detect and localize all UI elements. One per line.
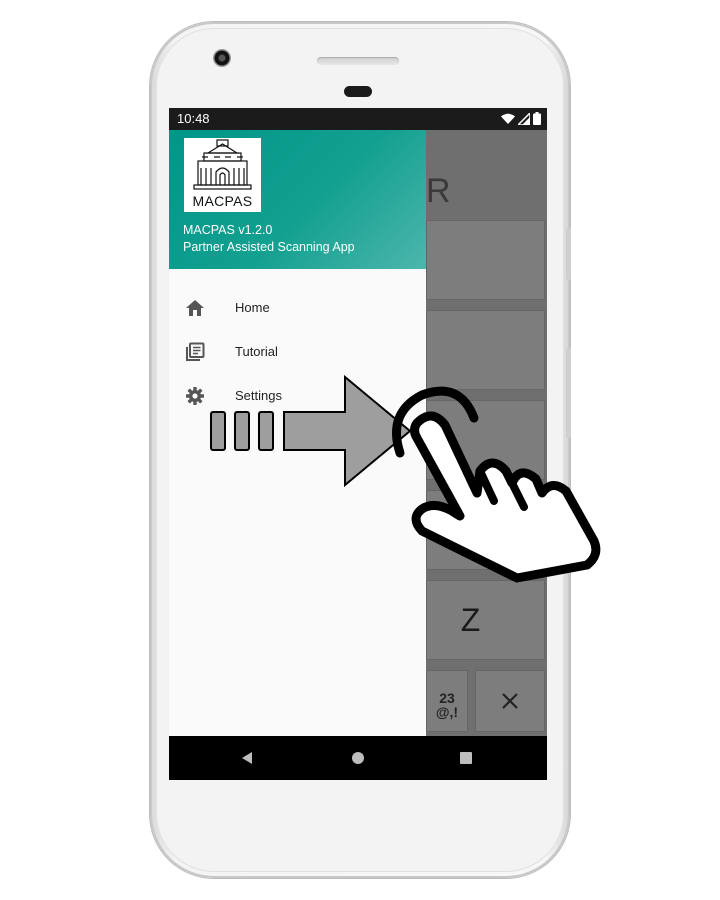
app-subtitle: Partner Assisted Scanning App (183, 240, 355, 254)
battery-icon (533, 112, 541, 125)
system-nav-bar (169, 736, 547, 780)
logo-text: MACPAS (192, 193, 253, 209)
status-bar: 10:48 (169, 108, 547, 130)
symbols-key-line1: 23 (439, 690, 455, 706)
home-icon (186, 300, 204, 316)
keyboard-key[interactable] (426, 310, 545, 390)
gear-icon (186, 387, 204, 405)
app-logo: MACPAS (184, 138, 261, 212)
earpiece-speaker (317, 57, 399, 65)
building-logo-icon (193, 139, 252, 190)
delete-key[interactable] (475, 670, 545, 732)
keyboard-key[interactable] (426, 220, 545, 300)
tap-hand-icon (392, 386, 601, 583)
recents-icon[interactable] (460, 752, 472, 764)
app-version: MACPAS v1.2.0 (183, 223, 273, 237)
drawer-item-label: Home (235, 300, 270, 315)
status-time: 10:48 (177, 111, 210, 126)
drawer-header: MACPAS MACPAS v1.2.0 Partner Assisted Sc… (169, 130, 426, 269)
front-camera (213, 49, 231, 67)
wifi-icon (501, 113, 515, 124)
drawer-item-home[interactable]: Home (169, 286, 426, 330)
proximity-sensor (344, 86, 372, 97)
power-button (566, 228, 571, 280)
key-z-label: Z (460, 601, 481, 638)
close-icon (502, 693, 518, 709)
key-z[interactable]: Z (426, 580, 545, 660)
symbols-key-line2: @,! (435, 704, 459, 720)
drawer-item-tutorial[interactable]: Tutorial (169, 330, 426, 374)
keyboard-title: R (426, 172, 451, 210)
library-books-icon (186, 342, 205, 361)
signal-icon (518, 112, 530, 125)
drawer-item-label: Tutorial (235, 344, 278, 359)
back-icon[interactable] (240, 751, 254, 765)
symbols-key[interactable]: 23 @,! (426, 670, 468, 732)
home-nav-icon[interactable] (351, 751, 365, 765)
